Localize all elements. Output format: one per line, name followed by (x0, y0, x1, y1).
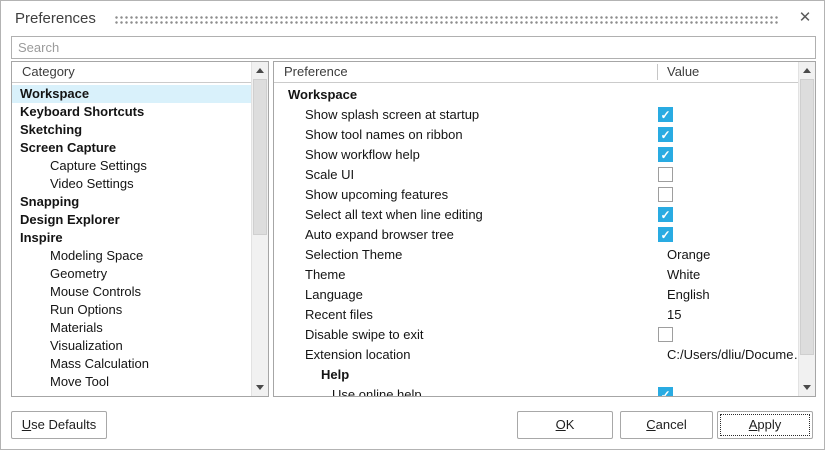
category-item-screen-capture[interactable]: Screen Capture (12, 139, 251, 157)
use-defaults-button[interactable]: Use Defaults (11, 411, 107, 439)
category-panel: Category Workspace Keyboard Shortcuts Sk… (11, 61, 269, 397)
pref-row-extension-location: Extension location C:/Users/dliu/Docume… (274, 345, 798, 365)
search-input[interactable] (11, 36, 816, 59)
category-item-design-explorer[interactable]: Design Explorer (12, 211, 251, 229)
pref-label: Theme (274, 267, 345, 282)
cancel-button[interactable]: Cancel (620, 411, 713, 439)
pref-row-upcoming-features: Show upcoming features (274, 185, 798, 205)
category-list: Workspace Keyboard Shortcuts Sketching S… (12, 83, 251, 396)
checkbox[interactable] (658, 127, 673, 142)
checkbox[interactable] (658, 147, 673, 162)
category-item-capture-settings[interactable]: Capture Settings (12, 157, 251, 175)
pref-label: Recent files (274, 307, 373, 322)
category-item-workspace[interactable]: Workspace (12, 85, 251, 103)
category-item-mass-calculation[interactable]: Mass Calculation (12, 355, 251, 373)
mnemonic: O (556, 417, 566, 432)
mnemonic: U (22, 417, 31, 432)
pref-row-recent-files: Recent files 15 (274, 305, 798, 325)
checkbox[interactable] (658, 207, 673, 222)
pref-value[interactable]: English (667, 285, 710, 305)
preference-panel: Preference Value Workspace Show splash s… (273, 61, 816, 397)
preference-column-label: Preference (274, 64, 348, 79)
pref-label: Extension location (274, 347, 411, 362)
category-item-video-settings[interactable]: Video Settings (12, 175, 251, 193)
preference-group-workspace: Workspace (274, 85, 798, 105)
preference-scrollbar[interactable] (798, 62, 815, 396)
pref-label: Disable swipe to exit (274, 327, 424, 342)
category-item-snapping[interactable]: Snapping (12, 193, 251, 211)
label-rest: pply (757, 417, 781, 432)
ok-button[interactable]: OK (517, 411, 613, 439)
category-item-move-tool[interactable]: Move Tool (12, 373, 251, 391)
mnemonic: C (646, 417, 655, 432)
pref-row-theme: Theme White (274, 265, 798, 285)
pref-value[interactable]: C:/Users/dliu/Docume… (667, 345, 798, 365)
title-bar: Preferences ✕ (1, 1, 824, 35)
scrollbar-thumb[interactable] (800, 79, 814, 355)
pref-label: Scale UI (274, 167, 354, 182)
pref-value[interactable]: Orange (667, 245, 710, 265)
dialog-title: Preferences (15, 10, 96, 27)
pref-label: Show workflow help (274, 147, 420, 162)
category-item-keyboard-shortcuts[interactable]: Keyboard Shortcuts (12, 103, 251, 121)
pref-label: Use online help (274, 387, 422, 396)
pref-label: Show tool names on ribbon (274, 127, 463, 142)
group-label: Help (274, 367, 349, 382)
pref-row-show-splash: Show splash screen at startup (274, 105, 798, 125)
pref-row-scale-ui: Scale UI (274, 165, 798, 185)
pref-label: Show upcoming features (274, 187, 448, 202)
category-item-visualization[interactable]: Visualization (12, 337, 251, 355)
pref-row-tool-names: Show tool names on ribbon (274, 125, 798, 145)
category-header: Category (12, 62, 251, 83)
scrollbar-thumb[interactable] (253, 79, 267, 235)
pref-row-language: Language English (274, 285, 798, 305)
label-rest: ancel (656, 417, 687, 432)
pref-row-select-all-text: Select all text when line editing (274, 205, 798, 225)
category-item-inspire[interactable]: Inspire (12, 229, 251, 247)
checkbox[interactable] (658, 107, 673, 122)
category-item-modeling-space[interactable]: Modeling Space (12, 247, 251, 265)
scroll-up-icon[interactable] (799, 62, 815, 79)
label-rest: se Defaults (31, 417, 96, 432)
pref-row-use-online-help: Use online help (274, 385, 798, 396)
checkbox[interactable] (658, 327, 673, 342)
checkbox[interactable] (658, 387, 673, 396)
category-item-sketching[interactable]: Sketching (12, 121, 251, 139)
preferences-dialog: Preferences ✕ Category Workspace Keyboar… (0, 0, 825, 450)
pref-label: Auto expand browser tree (274, 227, 454, 242)
category-item-run-options[interactable]: Run Options (12, 301, 251, 319)
pref-value[interactable]: White (667, 265, 700, 285)
pref-value[interactable]: 15 (667, 305, 681, 325)
value-column-label: Value (667, 62, 699, 82)
preference-header: Preference Value (274, 62, 798, 83)
category-scrollbar[interactable] (251, 62, 268, 396)
scroll-down-icon[interactable] (252, 379, 268, 396)
pref-row-selection-theme: Selection Theme Orange (274, 245, 798, 265)
pref-label: Language (274, 287, 363, 302)
drag-grip-dots-icon[interactable] (114, 15, 778, 25)
label-rest: K (566, 417, 575, 432)
pref-row-workflow-help: Show workflow help (274, 145, 798, 165)
pref-label: Selection Theme (274, 247, 402, 262)
scroll-up-icon[interactable] (252, 62, 268, 79)
pref-label: Show splash screen at startup (274, 107, 479, 122)
checkbox[interactable] (658, 167, 673, 182)
category-item-mouse-controls[interactable]: Mouse Controls (12, 283, 251, 301)
category-item-materials[interactable]: Materials (12, 319, 251, 337)
preference-list: Workspace Show splash screen at startup … (274, 83, 798, 396)
pref-row-auto-expand: Auto expand browser tree (274, 225, 798, 245)
category-header-label: Category (12, 64, 75, 79)
scroll-down-icon[interactable] (799, 379, 815, 396)
column-separator (657, 64, 658, 80)
apply-button[interactable]: Apply (717, 411, 813, 439)
close-icon[interactable]: ✕ (794, 7, 816, 29)
group-label: Workspace (274, 87, 357, 102)
pref-label: Select all text when line editing (274, 207, 483, 222)
preference-group-help: Help (274, 365, 798, 385)
category-item-geometry[interactable]: Geometry (12, 265, 251, 283)
checkbox[interactable] (658, 227, 673, 242)
pref-row-disable-swipe: Disable swipe to exit (274, 325, 798, 345)
checkbox[interactable] (658, 187, 673, 202)
